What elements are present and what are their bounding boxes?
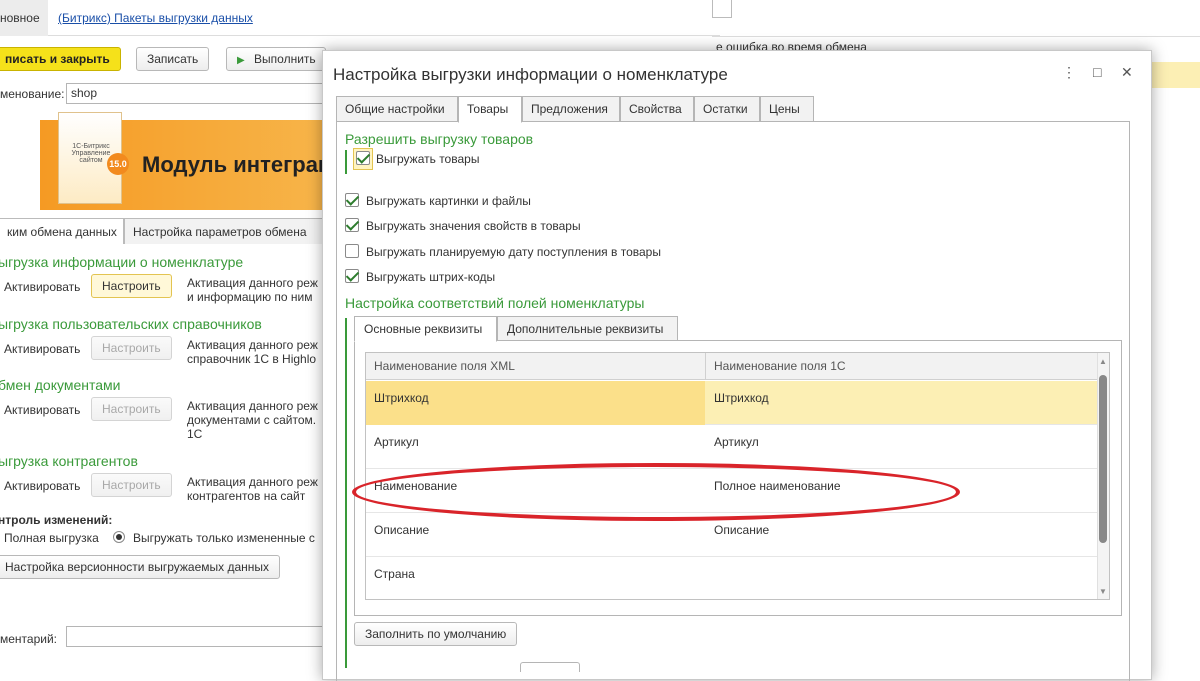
tab-properties[interactable]: Свойства: [620, 96, 694, 122]
radio-full-label: Полная выгрузка: [4, 531, 99, 545]
activate-label: Активировать: [4, 479, 81, 493]
cell-xml[interactable]: Штрихкод: [366, 381, 705, 425]
section-description: Активация данного реж документами с сайт…: [187, 399, 318, 441]
cell-1c[interactable]: Штрихкод: [714, 391, 769, 405]
column-header-xml[interactable]: Наименование поля XML: [374, 359, 515, 373]
tab-exchange-params[interactable]: Настройка параметров обмена: [124, 218, 324, 244]
comment-label: ментарий:: [0, 632, 57, 646]
group-marker: [345, 150, 347, 174]
close-icon[interactable]: ✕: [1121, 64, 1133, 81]
run-button-label: Выполнить: [254, 52, 316, 66]
activate-label: Активировать: [4, 403, 81, 417]
tab-main[interactable]: новное: [0, 0, 48, 36]
tab-goods[interactable]: Товары: [458, 96, 522, 123]
checkbox-export-images[interactable]: [345, 193, 359, 207]
checkbox-export-goods-label: Выгружать товары: [376, 152, 480, 166]
radio-changed-only[interactable]: [113, 531, 125, 543]
section-description: Активация данного реж контрагентов на са…: [187, 475, 318, 503]
checkbox-export-images-label: Выгружать картинки и файлы: [366, 194, 531, 208]
table-header: Наименование поля XML Наименование поля …: [366, 353, 1109, 380]
run-button[interactable]: ▶ Выполнить: [226, 47, 326, 71]
versioning-settings-button[interactable]: Настройка версионности выгружаемых данны…: [0, 555, 281, 579]
comment-input[interactable]: [66, 626, 330, 647]
cell-xml[interactable]: Описание: [374, 523, 429, 537]
play-icon: ▶: [237, 55, 245, 66]
red-annotation-oval: [352, 463, 960, 521]
more-icon[interactable]: ⋮: [1062, 64, 1076, 81]
field-mapping-header: Настройка соответствий полей номенклатур…: [345, 295, 645, 311]
tab-additional-attributes[interactable]: Дополнительные реквизиты: [497, 316, 678, 341]
divider: [712, 36, 1200, 37]
cell-1c[interactable]: Артикул: [714, 435, 759, 449]
scroll-down-icon[interactable]: ▼: [1099, 587, 1107, 596]
name-input[interactable]: shop: [66, 83, 330, 104]
tab-main-attributes[interactable]: Основные реквизиты: [354, 316, 497, 342]
maximize-icon[interactable]: □: [1093, 64, 1101, 80]
tab-prices[interactable]: Цены: [760, 96, 814, 122]
column-header-1c[interactable]: Наименование поля 1С: [714, 359, 846, 373]
name-label: менование:: [0, 87, 65, 101]
background-small-button[interactable]: [712, 0, 732, 18]
configure-button-nomenclature[interactable]: Настроить: [91, 274, 172, 298]
changes-control-label: нтроль изменений:: [0, 513, 113, 527]
cell-xml[interactable]: Артикул: [374, 435, 419, 449]
tab-offers[interactable]: Предложения: [522, 96, 620, 122]
scroll-up-icon[interactable]: ▲: [1099, 357, 1107, 366]
configure-button-documents[interactable]: Настроить: [91, 397, 172, 421]
configure-button-contractors[interactable]: Настроить: [91, 473, 172, 497]
cell-1c[interactable]: Описание: [714, 523, 769, 537]
section-description: Активация данного реж справочник 1С в Hi…: [187, 338, 318, 366]
table-row[interactable]: Артикул Артикул: [366, 425, 1098, 469]
configure-button-dictionaries[interactable]: Настроить: [91, 336, 172, 360]
dialog-title: Настройка выгрузки информации о номенкла…: [333, 65, 728, 84]
version-badge: 15.0: [107, 153, 129, 175]
section-title-contractors: ыгрузка контрагентов: [0, 453, 138, 469]
tab-general-settings[interactable]: Общие настройки: [336, 96, 458, 122]
fill-default-button[interactable]: Заполнить по умолчанию: [354, 622, 518, 646]
section-title-nomenclature: ыгрузка информации о номенклатуре: [0, 254, 244, 270]
link-export-packages[interactable]: (Битрикс) Пакеты выгрузки данных: [58, 11, 253, 25]
checkbox-export-planned-date[interactable]: [345, 244, 359, 258]
product-box-image: 1С-Битрикс Управление сайтом 15.0: [58, 112, 129, 204]
checkbox-export-goods[interactable]: [356, 151, 370, 165]
checkbox-export-planned-date-label: Выгружать планируемую дату поступления в…: [366, 245, 661, 259]
activate-label: Активировать: [4, 280, 81, 294]
radio-changed-label: Выгружать только измененные с: [133, 531, 315, 545]
banner-title: Модуль интеграц: [142, 152, 332, 177]
column-separator: [705, 353, 706, 380]
checkbox-export-barcodes[interactable]: [345, 269, 359, 283]
table-row[interactable]: Страна: [366, 557, 1098, 599]
cell-xml[interactable]: Страна: [374, 567, 415, 581]
tab-exchange-mode[interactable]: ким обмена данных: [0, 218, 124, 244]
checkbox-export-property-values[interactable]: [345, 218, 359, 232]
section-title-user-dictionaries: ыгрузка пользовательских справочников: [0, 316, 262, 332]
save-button[interactable]: Записать: [136, 47, 210, 71]
save-and-close-button[interactable]: писать и закрыть: [0, 47, 121, 71]
tab-stock[interactable]: Остатки: [694, 96, 760, 122]
allow-goods-export-header: Разрешить выгрузку товаров: [345, 131, 534, 147]
scrollbar-thumb[interactable]: [1099, 375, 1107, 543]
table-row[interactable]: Штрихкод Штрихкод: [366, 381, 1098, 425]
checkbox-export-barcodes-label: Выгружать штрих-коды: [366, 270, 496, 284]
section-description: Активация данного реж и информацию по ни…: [187, 276, 318, 304]
section-title-documents: бмен документами: [0, 377, 121, 393]
group-marker: [345, 318, 347, 668]
checkbox-export-property-values-label: Выгружать значения свойств в товары: [366, 219, 581, 233]
bottom-button-partial[interactable]: [520, 662, 580, 672]
activate-label: Активировать: [4, 342, 81, 356]
